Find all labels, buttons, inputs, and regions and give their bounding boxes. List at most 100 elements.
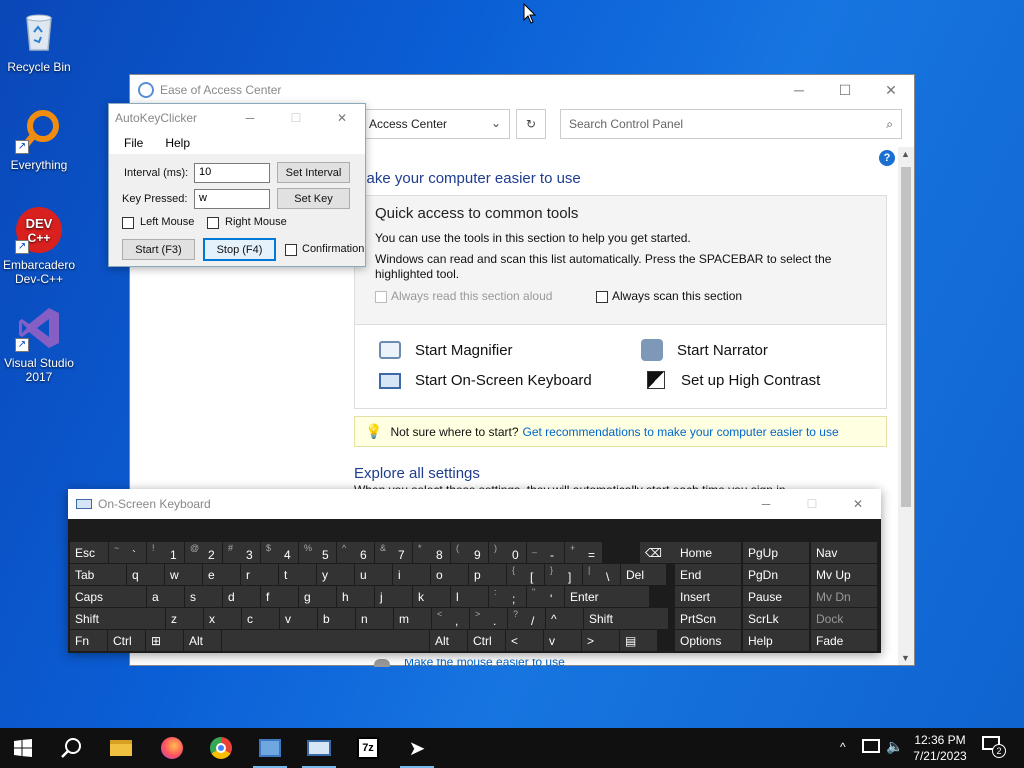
akc-titlebar[interactable]: AutoKeyClicker ─ ☐ ✕ — [109, 104, 365, 132]
address-bar[interactable]: Access Center ⌄ — [360, 109, 510, 139]
key-row3-0[interactable]: Caps — [70, 586, 146, 607]
key-row1-1[interactable]: ~ ` — [109, 542, 146, 563]
key-row5-5[interactable]: Alt — [430, 630, 467, 651]
refresh-button[interactable]: ↻ — [516, 109, 546, 139]
key-row3-8[interactable]: k — [413, 586, 450, 607]
key-row4-4[interactable]: v — [280, 608, 317, 629]
key-row5-8[interactable]: v — [544, 630, 581, 651]
key-side-4-0[interactable]: Options — [675, 630, 741, 651]
key-row1-2[interactable]: ! 1 — [147, 542, 184, 563]
taskbar-autokeyclicker[interactable]: ➤ — [394, 728, 440, 768]
key-row2-11[interactable]: {[ — [507, 564, 544, 585]
close-button[interactable]: ✕ — [868, 75, 914, 105]
key-row4-11[interactable]: ^ — [546, 608, 583, 629]
key-row2-14[interactable]: Del — [621, 564, 666, 585]
key-row4-2[interactable]: x — [204, 608, 241, 629]
key-side-0-0[interactable]: Home — [675, 542, 741, 563]
taskbar-on-screen-keyboard[interactable] — [296, 728, 342, 768]
taskbar-file-explorer[interactable] — [98, 728, 144, 768]
key-row3-1[interactable]: a — [147, 586, 184, 607]
key-row2-0[interactable]: Tab — [70, 564, 126, 585]
minimize-button[interactable]: ─ — [227, 111, 273, 125]
taskbar-control-panel[interactable] — [247, 728, 293, 768]
key-side-3-1[interactable]: ScrLk — [743, 608, 809, 629]
desktop-icon-devcpp[interactable]: DEV C++ ↗ Embarcadero Dev-C++ — [1, 206, 77, 286]
start-magnifier-link[interactable]: Start Magnifier — [379, 341, 513, 359]
menu-file[interactable]: File — [124, 136, 143, 150]
key-row1-13[interactable]: + = — [565, 542, 602, 563]
key-row2-3[interactable]: e — [203, 564, 240, 585]
key-row4-9[interactable]: >. — [470, 608, 507, 629]
key-row1-9[interactable]: * 8 — [413, 542, 450, 563]
key-side-4-2[interactable]: Fade — [811, 630, 877, 651]
scroll-up-icon[interactable]: ▲ — [901, 149, 910, 159]
key-row1-11[interactable]: ) 0 — [489, 542, 526, 563]
key-side-1-0[interactable]: End — [675, 564, 741, 585]
key-row1-0[interactable]: Esc — [70, 542, 108, 563]
minimize-button[interactable]: ─ — [743, 497, 789, 511]
key-row2-13[interactable]: | \ — [583, 564, 620, 585]
confirmation-checkbox[interactable] — [285, 244, 297, 256]
key-row3-12[interactable]: Enter — [565, 586, 649, 607]
key-row4-5[interactable]: b — [318, 608, 355, 629]
key-row4-8[interactable]: <, — [432, 608, 469, 629]
taskbar-chrome[interactable] — [198, 728, 244, 768]
key-side-3-2[interactable]: Dock — [811, 608, 877, 629]
always-scan-checkbox[interactable] — [596, 291, 608, 303]
left-mouse-checkbox[interactable] — [122, 217, 134, 229]
key-row5-7[interactable]: < — [506, 630, 543, 651]
key-row4-6[interactable]: n — [356, 608, 393, 629]
mouse-link[interactable]: Make the mouse easier to use — [374, 659, 565, 667]
key-row5-1[interactable]: Ctrl — [108, 630, 145, 651]
right-mouse-checkbox[interactable] — [207, 217, 219, 229]
help-icon[interactable]: ? — [879, 150, 895, 166]
desktop-icon-everything[interactable]: ↗ Everything — [1, 106, 77, 172]
vertical-scrollbar[interactable]: ▲ ▼ — [898, 147, 914, 665]
key-row5-2[interactable]: ⊞ — [146, 630, 183, 651]
key-row1-4[interactable]: #3 — [223, 542, 260, 563]
close-button[interactable]: ✕ — [835, 497, 881, 511]
clock[interactable]: 12:36 PM 7/21/2023 — [905, 732, 975, 764]
key-side-2-2[interactable]: Mv Dn — [811, 586, 877, 607]
key-row4-7[interactable]: m — [394, 608, 431, 629]
key-row2-7[interactable]: u — [355, 564, 392, 585]
key-row3-11[interactable]: " ' — [527, 586, 564, 607]
key-row3-5[interactable]: g — [299, 586, 336, 607]
key-side-3-0[interactable]: PrtScn — [675, 608, 741, 629]
start-osk-link[interactable]: Start On-Screen Keyboard — [379, 372, 592, 389]
key-row3-4[interactable]: f — [261, 586, 298, 607]
key-row5-6[interactable]: Ctrl — [468, 630, 505, 651]
chevron-down-icon[interactable]: ⌄ — [491, 116, 501, 130]
key-side-1-1[interactable]: PgDn — [743, 564, 809, 585]
key-row1-6[interactable]: % 5 — [299, 542, 336, 563]
key-row5-4[interactable] — [222, 630, 429, 651]
recommendations-link[interactable]: Get recommendations to make your compute… — [523, 425, 839, 439]
ease-of-access-titlebar[interactable]: Ease of Access Center ─ ☐ ✕ — [130, 75, 914, 105]
key-row4-12[interactable]: Shift — [584, 608, 668, 629]
maximize-button[interactable]: ☐ — [789, 497, 835, 511]
key-row3-7[interactable]: j — [375, 586, 412, 607]
key-side-1-2[interactable]: Mv Up — [811, 564, 877, 585]
key-input[interactable]: w — [194, 189, 270, 209]
start-button[interactable] — [0, 728, 46, 768]
taskbar-7zip[interactable]: 7z — [345, 728, 391, 768]
minimize-button[interactable]: ─ — [776, 75, 822, 105]
close-button[interactable]: ✕ — [319, 111, 365, 125]
start-button[interactable]: Start (F3) — [122, 239, 195, 260]
maximize-button[interactable]: ☐ — [273, 111, 319, 125]
search-icon[interactable]: ⌕ — [886, 117, 893, 132]
always-read-checkbox[interactable] — [375, 291, 387, 303]
key-row3-3[interactable]: d — [223, 586, 260, 607]
key-row2-8[interactable]: i — [393, 564, 430, 585]
scroll-thumb[interactable] — [901, 167, 911, 507]
desktop-icon-visual-studio[interactable]: ↗ Visual Studio 2017 — [1, 304, 77, 384]
high-contrast-link[interactable]: Set up High Contrast — [647, 371, 820, 389]
key-row1-10[interactable]: (9 — [451, 542, 488, 563]
key-row1-8[interactable]: & 7 — [375, 542, 412, 563]
scroll-down-icon[interactable]: ▼ — [901, 653, 910, 663]
key-row4-10[interactable]: ? / — [508, 608, 545, 629]
search-input[interactable]: Search Control Panel ⌕ — [560, 109, 902, 139]
key-side-2-1[interactable]: Pause — [743, 586, 809, 607]
desktop-icon-recycle-bin[interactable]: Recycle Bin — [1, 8, 77, 74]
key-row2-9[interactable]: o — [431, 564, 468, 585]
